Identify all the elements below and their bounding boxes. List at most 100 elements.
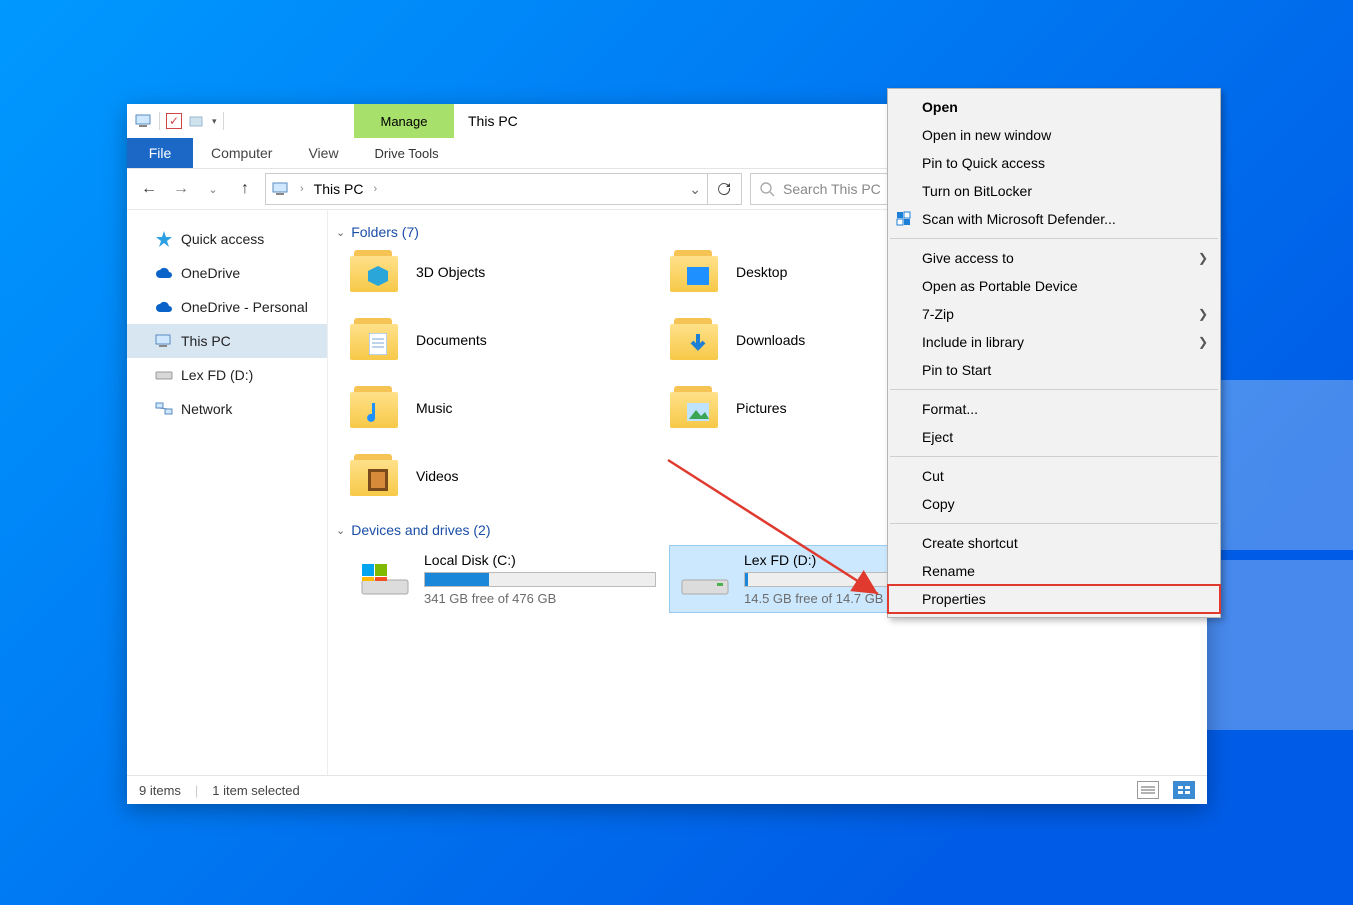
ctx-defender-scan[interactable]: Scan with Microsoft Defender... — [888, 205, 1220, 233]
chevron-right-icon[interactable]: › — [369, 183, 381, 195]
folder-videos[interactable]: Videos — [350, 452, 660, 500]
context-menu: Open Open in new window Pin to Quick acc… — [887, 88, 1221, 618]
drive-free-text: 341 GB free of 476 GB — [424, 591, 656, 606]
pc-icon — [272, 182, 290, 196]
drive-icon — [678, 552, 732, 598]
folder-icon — [670, 384, 722, 432]
ctx-open-portable-device[interactable]: Open as Portable Device — [888, 272, 1220, 300]
chevron-right-icon: ❯ — [1198, 307, 1208, 321]
ctx-cut[interactable]: Cut — [888, 462, 1220, 490]
ctx-give-access-to[interactable]: Give access to❯ — [888, 244, 1220, 272]
chevron-down-icon: ⌄ — [336, 524, 345, 537]
qat-dropdown-icon[interactable]: ▾ — [212, 116, 217, 127]
address-dropdown-icon[interactable]: ⌄ — [689, 181, 701, 198]
nav-up-button[interactable]: ↑ — [233, 177, 257, 201]
status-item-count: 9 items — [139, 783, 181, 798]
folder-icon — [670, 316, 722, 364]
network-icon — [155, 400, 173, 418]
chevron-right-icon[interactable]: › — [296, 183, 308, 195]
ctx-7zip[interactable]: 7-Zip❯ — [888, 300, 1220, 328]
ctx-copy[interactable]: Copy — [888, 490, 1220, 518]
group-label: Folders (7) — [351, 224, 419, 240]
nav-quick-access[interactable]: Quick access — [127, 222, 327, 256]
nav-onedrive-personal[interactable]: OneDrive - Personal — [127, 290, 327, 324]
nav-onedrive[interactable]: OneDrive — [127, 256, 327, 290]
folder-documents[interactable]: Documents — [350, 316, 660, 364]
nav-label: Network — [181, 401, 232, 417]
folder-3d-objects[interactable]: 3D Objects — [350, 248, 660, 296]
nav-back-button[interactable]: ← — [137, 177, 161, 201]
cloud-icon — [155, 298, 173, 316]
tab-file[interactable]: File — [127, 138, 193, 168]
separator — [159, 112, 160, 130]
ctx-open[interactable]: Open — [888, 93, 1220, 121]
folder-icon — [670, 248, 722, 296]
ctx-pin-quick-access[interactable]: Pin to Quick access — [888, 149, 1220, 177]
ctx-separator — [890, 456, 1218, 457]
folder-label: Music — [416, 400, 453, 416]
folder-icon — [350, 384, 402, 432]
ctx-separator — [890, 389, 1218, 390]
search-icon — [759, 181, 775, 197]
nav-network[interactable]: Network — [127, 392, 327, 426]
ctx-separator — [890, 238, 1218, 239]
folder-label: Videos — [416, 468, 459, 484]
nav-forward-button[interactable]: → — [169, 177, 193, 201]
chevron-right-icon: ❯ — [1198, 251, 1208, 265]
ctx-rename[interactable]: Rename — [888, 557, 1220, 585]
tiles-view-button[interactable] — [1173, 781, 1195, 799]
details-view-button[interactable] — [1137, 781, 1159, 799]
drive-local-disk-c[interactable]: Local Disk (C:) 341 GB free of 476 GB — [350, 546, 660, 612]
drive-name: Local Disk (C:) — [424, 552, 656, 568]
chevron-down-icon: ⌄ — [336, 226, 345, 239]
drive-icon — [155, 366, 173, 384]
ctx-properties[interactable]: Properties — [888, 585, 1220, 613]
group-label: Devices and drives (2) — [351, 522, 490, 538]
nav-lex-fd[interactable]: Lex FD (D:) — [127, 358, 327, 392]
nav-label: OneDrive - Personal — [181, 299, 308, 315]
ctx-eject[interactable]: Eject — [888, 423, 1220, 451]
folder-label: 3D Objects — [416, 264, 485, 280]
folder-label: Downloads — [736, 332, 805, 348]
nav-label: OneDrive — [181, 265, 240, 281]
folder-icon — [350, 316, 402, 364]
nav-label: This PC — [181, 333, 231, 349]
breadcrumb-this-pc[interactable]: This PC — [314, 181, 364, 197]
ctx-bitlocker[interactable]: Turn on BitLocker — [888, 177, 1220, 205]
nav-recent-dropdown[interactable]: ⌄ — [201, 177, 225, 201]
status-selected-count: 1 item selected — [212, 783, 299, 798]
nav-label: Lex FD (D:) — [181, 367, 253, 383]
status-bar: 9 items | 1 item selected — [127, 775, 1207, 804]
tab-view[interactable]: View — [290, 138, 356, 168]
properties-qat-icon[interactable] — [166, 113, 182, 129]
quick-access-toolbar: ▾ — [127, 104, 232, 138]
separator — [223, 112, 224, 130]
ctx-pin-to-start[interactable]: Pin to Start — [888, 356, 1220, 384]
folder-label: Pictures — [736, 400, 787, 416]
tab-computer[interactable]: Computer — [193, 138, 290, 168]
cloud-icon — [155, 264, 173, 282]
pc-icon — [155, 332, 173, 350]
folder-icon — [350, 452, 402, 500]
folder-label: Documents — [416, 332, 487, 348]
ctx-create-shortcut[interactable]: Create shortcut — [888, 529, 1220, 557]
ctx-format[interactable]: Format... — [888, 395, 1220, 423]
nav-this-pc[interactable]: This PC — [127, 324, 327, 358]
refresh-button[interactable] — [707, 173, 742, 205]
folder-music[interactable]: Music — [350, 384, 660, 432]
drive-icon — [358, 552, 412, 598]
chevron-right-icon: ❯ — [1198, 335, 1208, 349]
folder-icon — [350, 248, 402, 296]
contextual-tab-manage[interactable]: Manage — [354, 104, 454, 138]
star-icon — [155, 230, 173, 248]
search-placeholder: Search This PC — [783, 181, 881, 197]
pc-icon — [135, 114, 153, 128]
tab-drive-tools[interactable]: Drive Tools — [357, 138, 457, 168]
address-bar[interactable]: › This PC › ⌄ — [265, 173, 708, 205]
shield-icon — [894, 211, 914, 227]
ctx-open-new-window[interactable]: Open in new window — [888, 121, 1220, 149]
nav-pane: Quick access OneDrive OneDrive - Persona… — [127, 210, 328, 775]
new-folder-qat-icon[interactable] — [188, 114, 206, 128]
ctx-include-in-library[interactable]: Include in library❯ — [888, 328, 1220, 356]
manage-label: Manage — [354, 104, 454, 138]
